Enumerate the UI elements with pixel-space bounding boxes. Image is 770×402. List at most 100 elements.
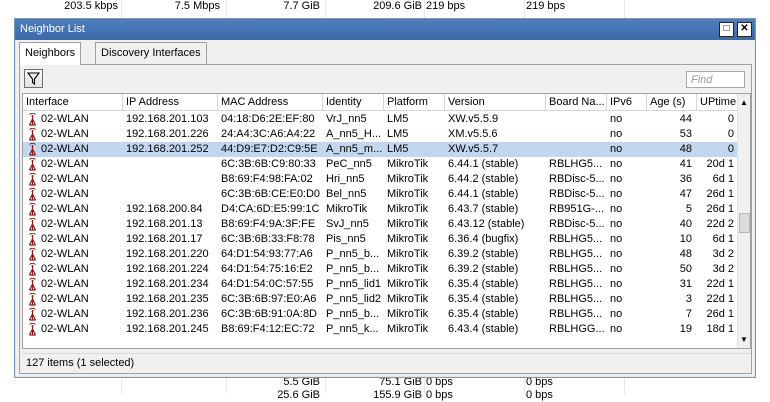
cell-platform: LM5: [387, 143, 409, 155]
wireless-interface-icon: [28, 263, 37, 276]
column-header-mac[interactable]: MAC Address: [218, 94, 323, 111]
cell-board: RBLHG5...: [549, 293, 603, 305]
column-header-uptime[interactable]: UPtime: [697, 94, 739, 111]
cell-board: RBDisc-5...: [549, 218, 605, 230]
cell-interface: 02-WLAN: [23, 262, 123, 277]
cell-uptime: 6d 1: [712, 233, 734, 245]
wireless-interface-icon: [28, 188, 37, 201]
interface-name: 02-WLAN: [41, 233, 89, 245]
scroll-down-icon[interactable]: ▼: [738, 331, 750, 348]
cell-mac: B8:69:F4:12:EC:72: [221, 323, 315, 335]
table-row[interactable]: 02-WLAN 192.168.201.13 B8:69:F4:9A:3F:FE Sv…: [23, 217, 739, 232]
cell-mac: 64:D1:54:93:77:A6: [221, 248, 313, 260]
wireless-interface-icon: [28, 233, 37, 246]
scroll-up-icon[interactable]: ▲: [738, 94, 750, 111]
restore-button[interactable]: □: [719, 22, 734, 37]
cell-mac: B8:69:F4:9A:3F:FE: [221, 218, 316, 230]
table-row[interactable]: 02-WLAN 6C:3B:6B:CE:E0:D0 Bel_nn5 MikroTik 6…: [23, 187, 739, 202]
column-header-identity[interactable]: Identity: [323, 94, 384, 111]
cell-identity: A_nn5_H...: [326, 128, 382, 140]
table-row[interactable]: 02-WLAN 192.168.201.234 64:D1:54:0C:57:55 P…: [23, 277, 739, 292]
column-header-ipv6[interactable]: IPv6: [607, 94, 647, 111]
cell-ip: 192.168.201.252: [126, 143, 209, 155]
interface-name: 02-WLAN: [41, 248, 89, 260]
cell-interface: 02-WLAN: [23, 202, 123, 217]
cell-interface: 02-WLAN: [23, 157, 123, 172]
column-header-version[interactable]: Version: [445, 94, 546, 111]
table-row[interactable]: 02-WLAN 192.168.201.220 64:D1:54:93:77:A6 P…: [23, 247, 739, 262]
table-row[interactable]: 02-WLAN 192.168.201.224 64:D1:54:75:16:E2 P…: [23, 262, 739, 277]
cell-age: 47: [679, 188, 692, 200]
cell-uptime: 22d 1: [706, 278, 734, 290]
table-row[interactable]: 02-WLAN 192.168.200.84 D4:CA:6D:E5:99:1C Mi…: [23, 202, 739, 217]
scroll-thumb[interactable]: [739, 213, 750, 233]
cell-identity: Pis_nn5: [326, 233, 366, 245]
cell-version: 6.44.2 (stable): [448, 173, 519, 185]
interface-name: 02-WLAN: [41, 293, 89, 305]
cell-interface: 02-WLAN: [23, 307, 123, 322]
vertical-scrollbar[interactable]: ▲ ▼: [737, 94, 750, 348]
bg-cell: 25.6 GiB: [277, 389, 320, 401]
cell-ip: 192.168.201.226: [126, 128, 209, 140]
cell-age: 40: [679, 218, 692, 230]
cell-version: 6.35.4 (stable): [448, 308, 519, 320]
cell-age: 7: [685, 308, 692, 320]
find-input[interactable]: Find: [686, 71, 745, 88]
table-row[interactable]: 02-WLAN 192.168.201.252 44:D9:E7:D2:C9:5E A…: [23, 142, 739, 157]
wireless-interface-icon: [28, 113, 37, 126]
cell-age: 48: [679, 248, 692, 260]
table-row[interactable]: 02-WLAN 6C:3B:6B:C9:80:33 PeC_nn5 MikroTik 6…: [23, 157, 739, 172]
bg-cell: 7.7 GiB: [283, 0, 320, 12]
bg-cell: 209.6 GiB: [373, 0, 422, 12]
filter-button[interactable]: [24, 69, 43, 88]
cell-age: 5: [685, 203, 692, 215]
cell-platform: MikroTik: [387, 293, 429, 305]
cell-ip: 192.168.201.13: [126, 218, 203, 230]
column-header-platform[interactable]: Platform: [384, 94, 445, 111]
cell-age: 10: [679, 233, 692, 245]
cell-mac: 64:D1:54:75:16:E2: [221, 263, 313, 275]
cell-uptime: 0: [727, 143, 734, 155]
column-header-ip[interactable]: IP Address: [123, 94, 218, 111]
table-row[interactable]: 02-WLAN 192.168.201.245 B8:69:F4:12:EC:72 P…: [23, 322, 739, 337]
cell-platform: MikroTik: [387, 188, 429, 200]
filter-icon: [26, 72, 41, 86]
wireless-interface-icon: [28, 173, 37, 186]
cell-platform: MikroTik: [387, 218, 429, 230]
column-header-interface[interactable]: Interface: [23, 94, 123, 111]
cell-uptime: 6d 1: [712, 173, 734, 185]
interface-name: 02-WLAN: [41, 218, 89, 230]
cell-identity: P_nn5_b...: [326, 308, 380, 320]
tab-discovery-interfaces[interactable]: Discovery Interfaces: [95, 42, 207, 64]
table-row[interactable]: 02-WLAN 192.168.201.103 04:18:D6:2E:EF:80 V…: [23, 112, 739, 127]
interface-name: 02-WLAN: [41, 188, 89, 200]
table-row[interactable]: 02-WLAN 192.168.201.235 6C:3B:6B:97:E0:A6 P…: [23, 292, 739, 307]
column-header-board[interactable]: Board Na...: [546, 94, 607, 111]
table-row[interactable]: 02-WLAN 192.168.201.226 24:A4:3C:A6:A4:22 A…: [23, 127, 739, 142]
cell-mac: 6C:3B:6B:97:E0:A6: [221, 293, 317, 305]
cell-mac: 6C:3B:6B:CE:E0:D0: [221, 188, 321, 200]
column-header-age[interactable]: Age (s): [647, 94, 697, 111]
cell-mac: 6C:3B:6B:C9:80:33: [221, 158, 316, 170]
cell-board: RBLHGG...: [549, 323, 605, 335]
window-titlebar[interactable]: Neighbor List □ ✕: [15, 19, 755, 40]
cell-interface: 02-WLAN: [23, 292, 123, 307]
cell-version: 6.35.4 (stable): [448, 278, 519, 290]
table-row[interactable]: 02-WLAN 192.168.201.236 6C:3B:6B:91:0A:8D P…: [23, 307, 739, 322]
cell-board: RBLHG5...: [549, 308, 603, 320]
cell-board: RBLHG5...: [549, 263, 603, 275]
table-row[interactable]: 02-WLAN B8:69:F4:98:FA:02 Hri_nn5 MikroTik 6…: [23, 172, 739, 187]
cell-uptime: 22d 1: [706, 293, 734, 305]
wireless-interface-icon: [28, 158, 37, 171]
interface-name: 02-WLAN: [41, 308, 89, 320]
wireless-interface-icon: [28, 248, 37, 261]
cell-uptime: 22d 2: [706, 218, 734, 230]
cell-ip: 192.168.201.220: [126, 248, 209, 260]
table-row[interactable]: 02-WLAN 192.168.201.17 6C:3B:6B:33:F8:78 Pi…: [23, 232, 739, 247]
tab-neighbors[interactable]: Neighbors: [19, 42, 82, 65]
cell-interface: 02-WLAN: [23, 247, 123, 262]
cell-interface: 02-WLAN: [23, 187, 123, 202]
cell-age: 36: [679, 173, 692, 185]
close-button[interactable]: ✕: [737, 22, 752, 37]
cell-board: RBLHG5...: [549, 233, 603, 245]
